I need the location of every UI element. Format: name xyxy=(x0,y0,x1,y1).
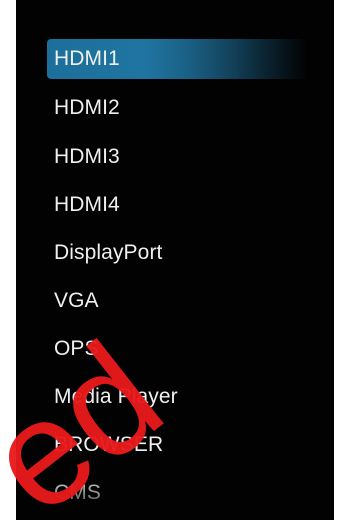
menu-item-browser[interactable]: BROWSER xyxy=(47,425,307,465)
menu-item-hdmi1[interactable]: HDMI1 xyxy=(47,39,307,79)
menu-item-ops[interactable]: OPS xyxy=(47,329,307,369)
menu-item-media-player[interactable]: Media Player xyxy=(47,377,307,417)
menu-item-label: Media Player xyxy=(54,385,178,408)
menu-item-label: HDMI4 xyxy=(54,193,120,216)
menu-item-label: HDMI3 xyxy=(54,145,120,168)
input-source-panel: HDMI1 HDMI2 HDMI3 HDMI4 DisplayPort VGA … xyxy=(16,0,334,520)
menu-item-vga[interactable]: VGA xyxy=(47,281,307,321)
screen-frame: HDMI1 HDMI2 HDMI3 HDMI4 DisplayPort VGA … xyxy=(0,0,346,520)
input-source-menu: HDMI1 HDMI2 HDMI3 HDMI4 DisplayPort VGA … xyxy=(16,0,334,520)
menu-item-cms[interactable]: CMS xyxy=(47,473,307,513)
menu-item-label: VGA xyxy=(54,289,99,312)
menu-item-label: HDMI1 xyxy=(54,47,120,70)
menu-item-hdmi2[interactable]: HDMI2 xyxy=(47,88,307,128)
menu-item-label: DisplayPort xyxy=(54,241,163,264)
menu-item-hdmi3[interactable]: HDMI3 xyxy=(47,137,307,177)
menu-item-label: HDMI2 xyxy=(54,96,120,119)
menu-item-label: OPS xyxy=(54,337,99,360)
menu-item-hdmi4[interactable]: HDMI4 xyxy=(47,185,307,225)
menu-item-label: BROWSER xyxy=(54,433,164,456)
menu-item-label: CMS xyxy=(54,481,101,504)
menu-item-displayport[interactable]: DisplayPort xyxy=(47,233,307,273)
